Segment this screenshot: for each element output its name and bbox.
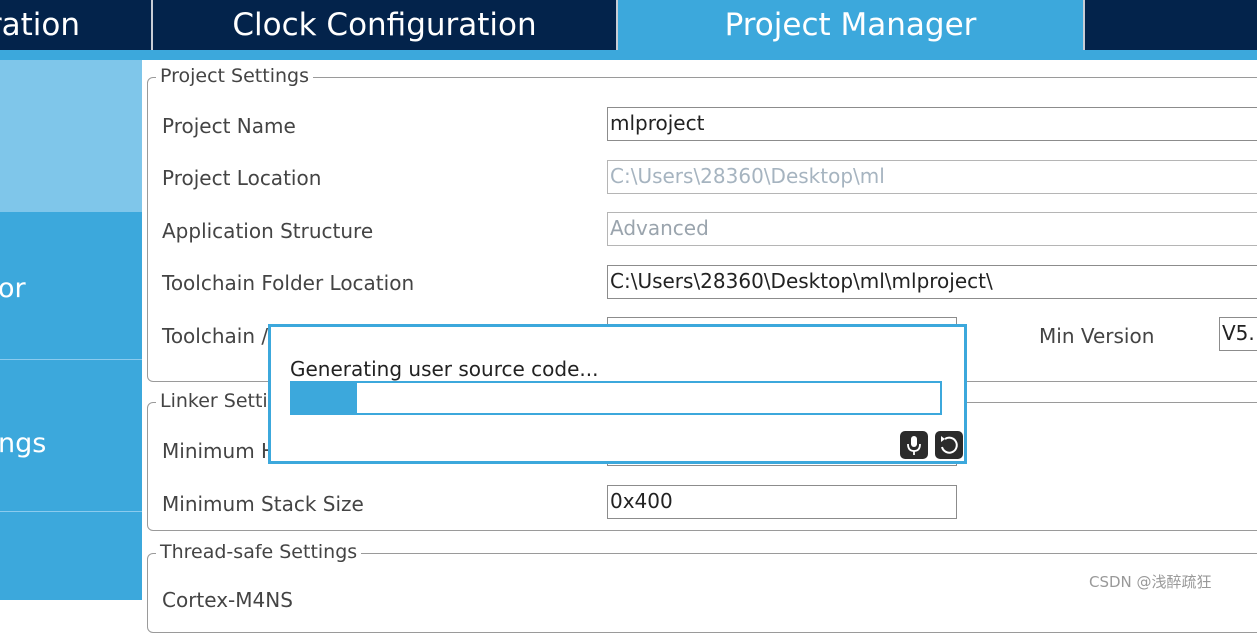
sidebar-item-code-generator[interactable]: or [0, 213, 142, 360]
tab-clock-configuration[interactable]: Clock Configuration [153, 0, 616, 50]
refresh-icon[interactable] [935, 431, 963, 459]
cortex-label: Cortex-M4NS [162, 588, 293, 612]
min-version-label: Min Version [1039, 324, 1155, 348]
toolchain-folder-label: Toolchain Folder Location [162, 271, 415, 295]
progress-bar-fill [292, 383, 357, 413]
sidebar-item-label: or [0, 273, 26, 304]
sidebar-item-advanced-settings[interactable]: ngs [0, 360, 142, 512]
project-name-label: Project Name [162, 114, 296, 138]
sidebar-item-label: ngs [0, 428, 47, 459]
application-structure-select[interactable]: Advanced [607, 212, 1257, 246]
generating-code-dialog: Generating user source code... [268, 324, 967, 464]
sidebar-item-project[interactable] [0, 60, 142, 212]
minimum-stack-label: Minimum Stack Size [162, 492, 364, 516]
group-title: Project Settings [156, 65, 313, 87]
watermark: CSDN @浅醉疏狂 [1089, 573, 1212, 591]
minimum-heap-label: Minimum H [162, 439, 277, 463]
minimum-stack-input[interactable]: 0x400 [607, 485, 957, 519]
project-name-input[interactable]: mlproject [607, 107, 1257, 141]
progress-bar [290, 381, 942, 415]
thread-safe-settings-group: Thread-safe Settings [147, 541, 1257, 633]
sidebar: or ngs [0, 60, 142, 600]
tab-configuration[interactable]: ration [0, 0, 152, 50]
dialog-message: Generating user source code... [290, 357, 599, 381]
min-version-select[interactable]: V5. [1219, 317, 1257, 351]
group-title: Linker Setti [156, 390, 272, 412]
group-title: Thread-safe Settings [156, 541, 362, 563]
top-tab-bar: ration Clock Configuration Project Manag… [0, 0, 1257, 50]
project-location-label: Project Location [162, 166, 322, 190]
application-structure-label: Application Structure [162, 219, 374, 243]
tab-underline [0, 50, 1257, 60]
project-location-input[interactable]: C:\Users\28360\Desktop\ml [607, 160, 1257, 194]
tab-divider [1083, 0, 1085, 50]
toolchain-ide-label: Toolchain / [162, 324, 269, 348]
toolchain-folder-input[interactable]: C:\Users\28360\Desktop\ml\mlproject\ [607, 265, 1257, 299]
tab-project-manager[interactable]: Project Manager [618, 0, 1083, 50]
microphone-icon[interactable] [900, 431, 928, 459]
sidebar-item-extra[interactable] [0, 512, 142, 600]
